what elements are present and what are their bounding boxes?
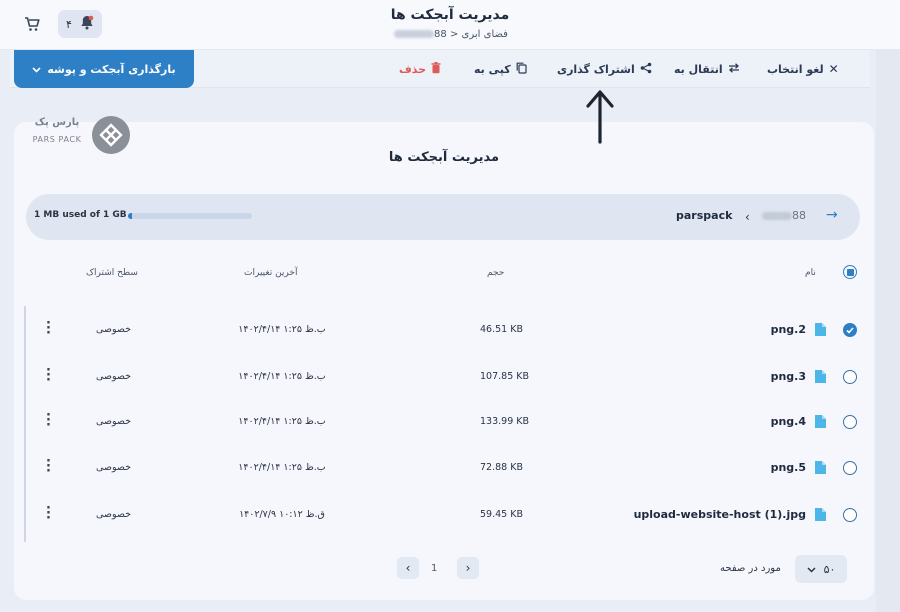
close-icon: ✕ [828,62,839,76]
more-vertical-icon[interactable]: · · · [46,364,51,387]
card-title: مدیریت آبجکت ها [388,150,500,165]
deselect-button[interactable]: ✕ لغو انتخاب [767,62,839,76]
bell-icon [80,15,94,34]
per-page-select[interactable]: ۵۰ [795,555,847,583]
swap-arrows-icon [728,62,740,76]
file-icon [815,370,826,383]
file-size: 133.99 KB [480,416,530,427]
notifications-button[interactable]: ۴ [58,10,102,38]
upload-objects-button[interactable]: بارگذاری آبجکت و پوشه [14,50,194,88]
file-size: 59.45 KB [480,509,523,520]
share-icon [640,62,652,77]
move-to-label: انتقال به [674,62,723,76]
file-modified: ۱۴۰۲/۷/۹ ۱۰:۱۲ ق.ظ [239,509,325,520]
file-name[interactable]: png.4 [771,415,806,428]
select-all-checkbox[interactable] [843,265,857,279]
copy-to-button[interactable]: کپی به [474,62,527,76]
more-vertical-icon[interactable]: · · · [46,455,51,478]
deselect-label: لغو انتخاب [767,62,824,76]
prev-page-button[interactable]: ‹ [397,557,419,579]
storage-usage-fill [128,213,132,219]
file-access: خصوصی [96,371,132,382]
file-size: 72.88 KB [480,462,523,473]
file-icon [815,415,826,428]
delete-label: حذف [399,62,427,76]
copy-to-label: کپی به [474,62,511,76]
table-row[interactable]: png.5 72.88 KB ۱۴۰۲/۴/۱۴ ۱:۲۵ ب.ظ خصوصی · · · [24,446,864,492]
file-icon [815,508,826,521]
page-title: مدیریت آبجکت ها [390,7,510,23]
file-icon [815,461,826,474]
header-size: حجم [487,268,505,278]
parspack-logo-icon [92,116,130,154]
file-modified: ۱۴۰۲/۴/۱۴ ۱:۲۵ ب.ظ [238,462,326,473]
file-access: خصوصی [96,509,132,520]
share-label: اشتراک گذاری [557,62,635,76]
table-row[interactable]: png.4 133.99 KB ۱۴۰۲/۴/۱۴ ۱:۲۵ ب.ظ خصوصی · · · [24,400,864,446]
next-page-button[interactable]: › [457,557,479,579]
file-access: خصوصی [96,462,132,473]
file-size: 46.51 KB [480,324,523,335]
file-modified: ۱۴۰۲/۴/۱۴ ۱:۲۵ ب.ظ [238,371,326,382]
row-select-checkbox[interactable] [843,461,857,475]
table-row[interactable]: upload-website-host (1).jpg 59.45 KB ۱۴۰۲/… [24,493,864,539]
file-modified: ۱۴۰۲/۴/۱۴ ۱:۲۵ ب.ظ [238,324,326,335]
breadcrumb-root[interactable]: فضای ابری [462,29,508,40]
cart-icon[interactable] [22,14,42,34]
table-row[interactable]: png.2 46.51 KB ۱۴۰۲/۴/۱۴ ۱:۲۵ ب.ظ خصوصی · · · [24,308,864,354]
more-vertical-icon[interactable]: · · · [46,409,51,432]
upload-button-label: بارگذاری آبجکت و پوشه [47,62,176,76]
copy-icon [516,62,527,77]
brand-name: پارس پک [34,117,80,128]
table-row[interactable]: png.3 107.85 KB ۱۴۰۲/۴/۱۴ ۱:۲۵ ب.ظ خصوصی · · · [24,355,864,401]
more-vertical-icon[interactable]: · · · [46,317,51,340]
file-access: خصوصی [96,416,132,427]
header-name: نام [805,268,816,278]
header-access: سطح اشتراک [86,268,138,278]
share-button[interactable]: اشتراک گذاری [557,62,652,76]
path-bucket[interactable]: parspack [676,209,732,222]
notification-count: ۴ [66,17,72,31]
file-icon [815,323,826,336]
file-name[interactable]: upload-website-host (1).jpg [634,508,806,521]
move-to-button[interactable]: انتقال به [674,62,740,76]
storage-usage-bar [128,213,252,219]
file-name[interactable]: png.2 [771,323,806,336]
breadcrumb-separator: < [449,29,459,40]
file-name[interactable]: png.3 [771,370,806,383]
file-size: 107.85 KB [480,371,530,382]
header-modified: آخرین تغییرات [244,268,298,278]
current-page: 1 [431,563,438,574]
delete-button[interactable]: حذف [399,61,441,77]
row-select-checkbox[interactable] [843,415,857,429]
row-select-checkbox[interactable] [843,370,857,384]
file-modified: ۱۴۰۲/۴/۱۴ ۱:۲۵ ب.ظ [238,416,326,427]
breadcrumb: فضای ابری < 88 [0,29,900,40]
chevron-left-icon: ‹ [745,210,750,224]
row-select-checkbox[interactable] [843,508,857,522]
chevron-down-icon [32,63,41,76]
annotation-arrow-icon [586,90,614,144]
file-access: خصوصی [96,324,132,335]
path-id: 88 [762,209,806,222]
more-vertical-icon[interactable]: · · · [46,502,51,525]
per-page-value: ۵۰ [823,562,836,576]
scroll-gutter [876,50,900,612]
chevron-down-icon [807,563,816,576]
breadcrumb-current: 88 [392,29,447,40]
brand-latin: PARS PACK [32,135,82,144]
storage-usage-text: 1 MB used of 1 GB [34,210,127,220]
per-page-label: مورد در صفحه [720,563,781,574]
row-select-checkbox[interactable] [843,323,857,337]
file-name[interactable]: png.5 [771,461,806,474]
arrow-right-icon[interactable]: → [826,207,838,223]
trash-icon [431,61,441,77]
